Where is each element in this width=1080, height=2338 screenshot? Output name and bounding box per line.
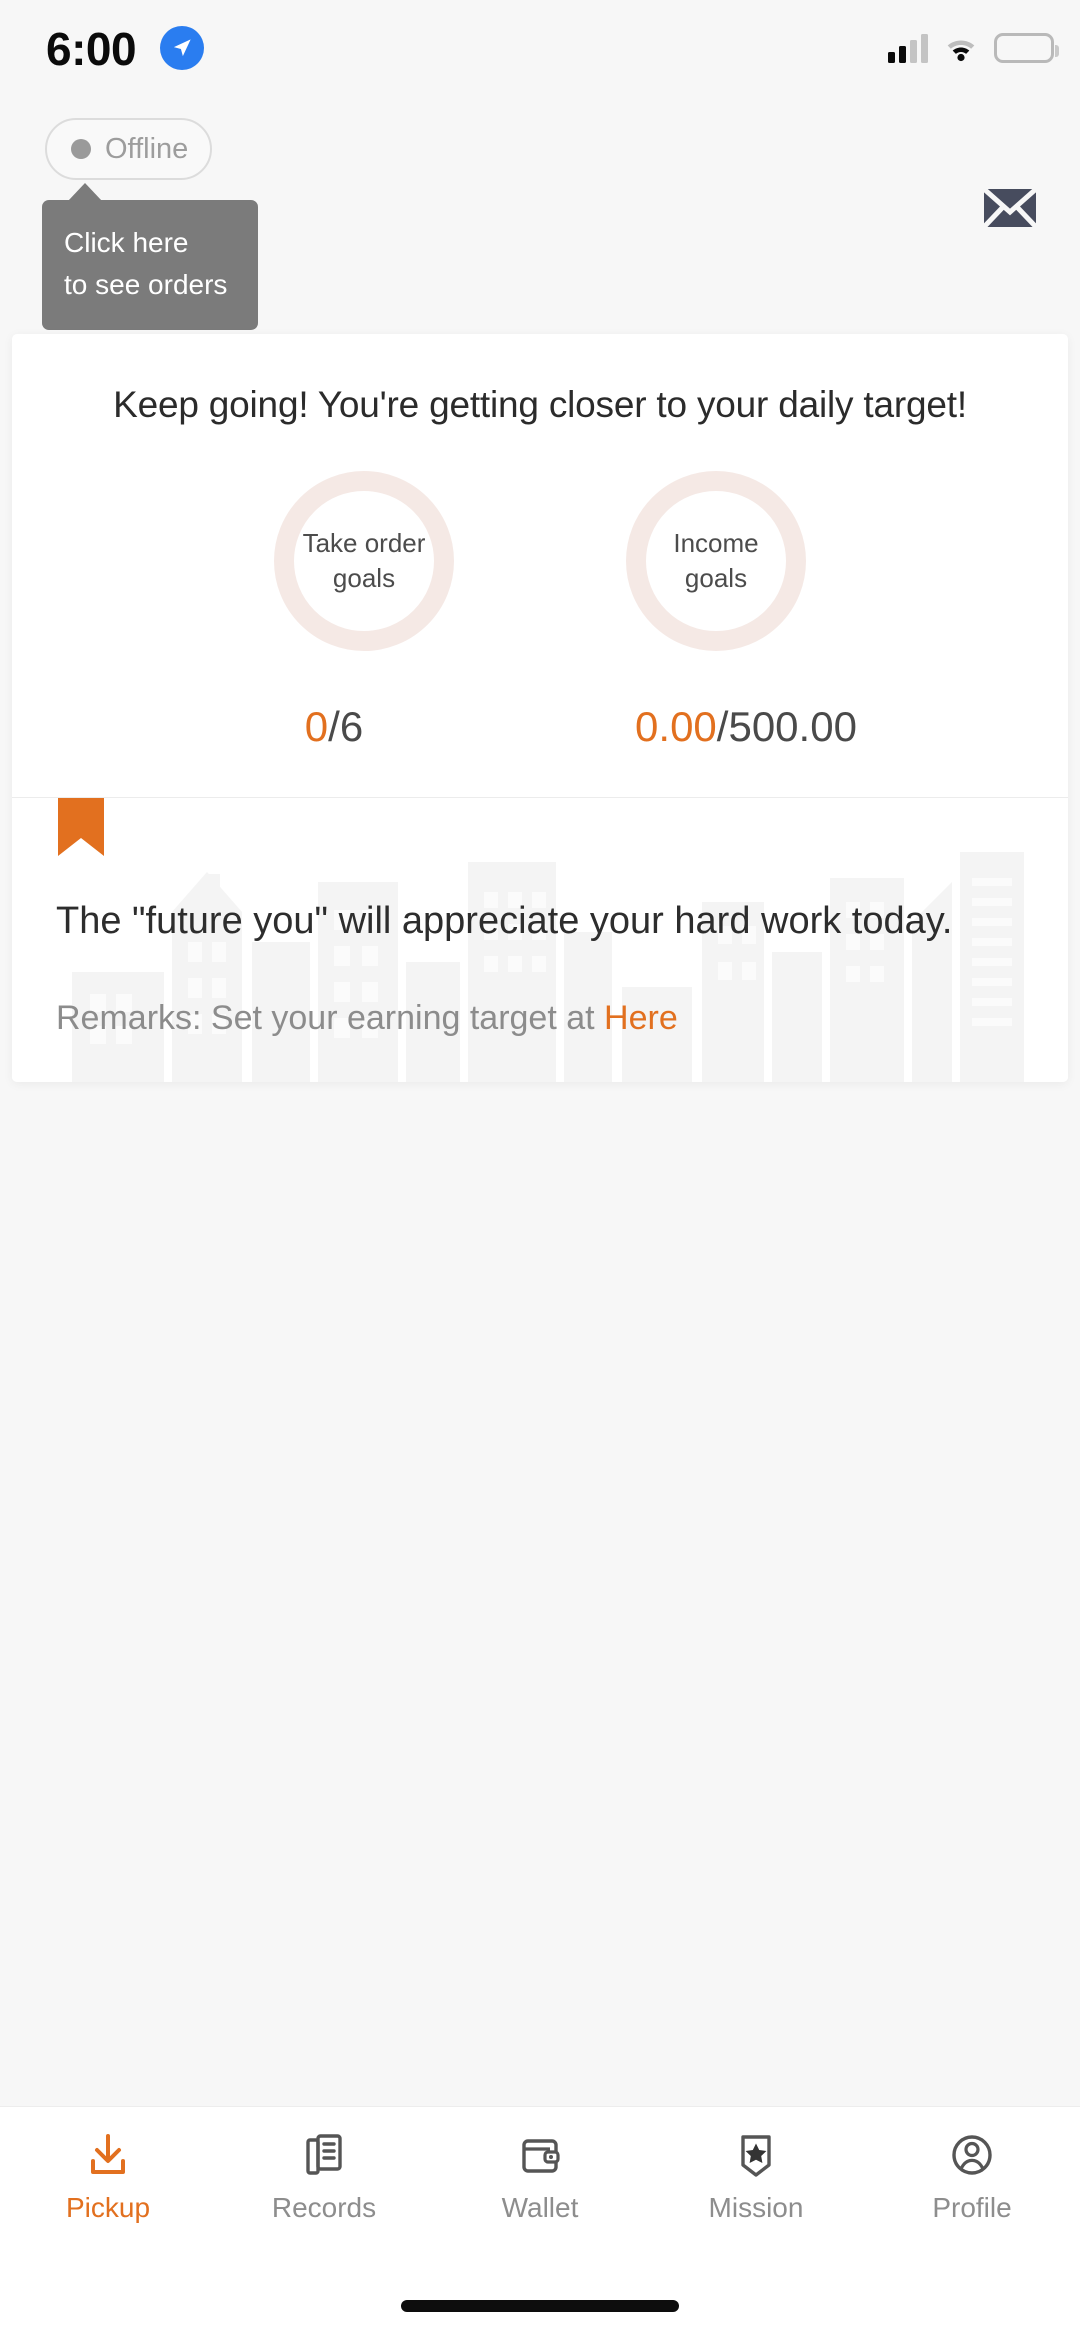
take-order-goal-ring: Take order goals (274, 471, 454, 651)
online-status-toggle[interactable]: Offline (45, 118, 212, 180)
daily-goal-card: Keep going! You're getting closer to you… (12, 334, 1068, 1082)
remarks-line: Remarks: Set your earning target at Here (56, 994, 1024, 1042)
income-goal-ring: Income goals (626, 471, 806, 651)
status-bar: 6:00 (0, 0, 1080, 100)
location-arrow-icon (160, 26, 204, 70)
income-goal-value: 0.00/500.00 (596, 703, 896, 751)
nav-label-mission: Mission (708, 2192, 804, 2223)
app-screen: 6:00 Offline Click here to see orders Ke… (0, 0, 1080, 2338)
remarks-prefix: Remarks: Set your earning target at (56, 999, 605, 1037)
status-bar-time: 6:00 (46, 23, 137, 75)
person-circle-icon (946, 2129, 998, 2181)
home-indicator (401, 2300, 679, 2312)
motivation-quote: The "future you" will appreciate your ha… (56, 900, 953, 942)
goal-rings: Take order goals Income goals (12, 471, 1068, 651)
ring-label-line-2: goals (332, 563, 396, 593)
ring-label-line-1: Take order (302, 528, 426, 558)
download-tray-icon (82, 2129, 134, 2181)
ring-label-line-2: goals (684, 563, 748, 593)
nav-label-records: Records (271, 2192, 377, 2223)
status-bar-indicators (888, 24, 1059, 72)
bottom-navigation: Pickup Records Wallet Mission Profile (0, 2106, 1080, 2338)
status-dot-icon (71, 139, 91, 159)
income-goal-label: Income goals (626, 471, 806, 651)
remarks-here-link[interactable]: Here (604, 999, 678, 1037)
nav-tab-profile[interactable]: Profile (864, 2129, 1080, 2267)
nav-label-pickup: Pickup (65, 2192, 151, 2223)
orders-hint-tooltip[interactable]: Click here to see orders (42, 183, 258, 330)
nav-tab-records[interactable]: Records (216, 2129, 432, 2267)
wifi-icon (947, 40, 975, 62)
cellular-signal-icon (888, 33, 928, 63)
badge-star-icon (730, 2129, 782, 2181)
battery-low-power-icon (994, 33, 1059, 63)
nav-label-wallet: Wallet (501, 2192, 579, 2223)
nav-label-profile: Profile (932, 2192, 1012, 2223)
income-current: 0.00 (635, 703, 717, 750)
take-order-goal-label: Take order goals (274, 471, 454, 651)
take-order-goal-value: 0/6 (184, 703, 484, 751)
ring-label-line-1: Income (673, 528, 759, 558)
nav-tab-pickup[interactable]: Pickup (0, 2129, 216, 2267)
wallet-icon (514, 2129, 566, 2181)
take-order-target: /6 (328, 703, 364, 750)
motivation-content: The "future you" will appreciate your ha… (56, 846, 1024, 1042)
income-target: /500.00 (716, 703, 857, 750)
nav-tab-wallet[interactable]: Wallet (432, 2129, 648, 2267)
motivation-section: The "future you" will appreciate your ha… (12, 798, 1068, 1082)
nav-tab-mission[interactable]: Mission (648, 2129, 864, 2267)
goal-values: 0/6 0.00/500.00 (12, 703, 1068, 797)
tooltip-line-1: Click here (64, 227, 189, 258)
mail-envelope-icon[interactable] (982, 186, 1038, 230)
take-order-current: 0 (304, 703, 329, 750)
status-pill-label: Offline (105, 132, 189, 165)
tooltip-line-2: to see orders (64, 269, 228, 300)
document-list-icon (298, 2129, 350, 2181)
goal-card-title: Keep going! You're getting closer to you… (113, 384, 967, 425)
